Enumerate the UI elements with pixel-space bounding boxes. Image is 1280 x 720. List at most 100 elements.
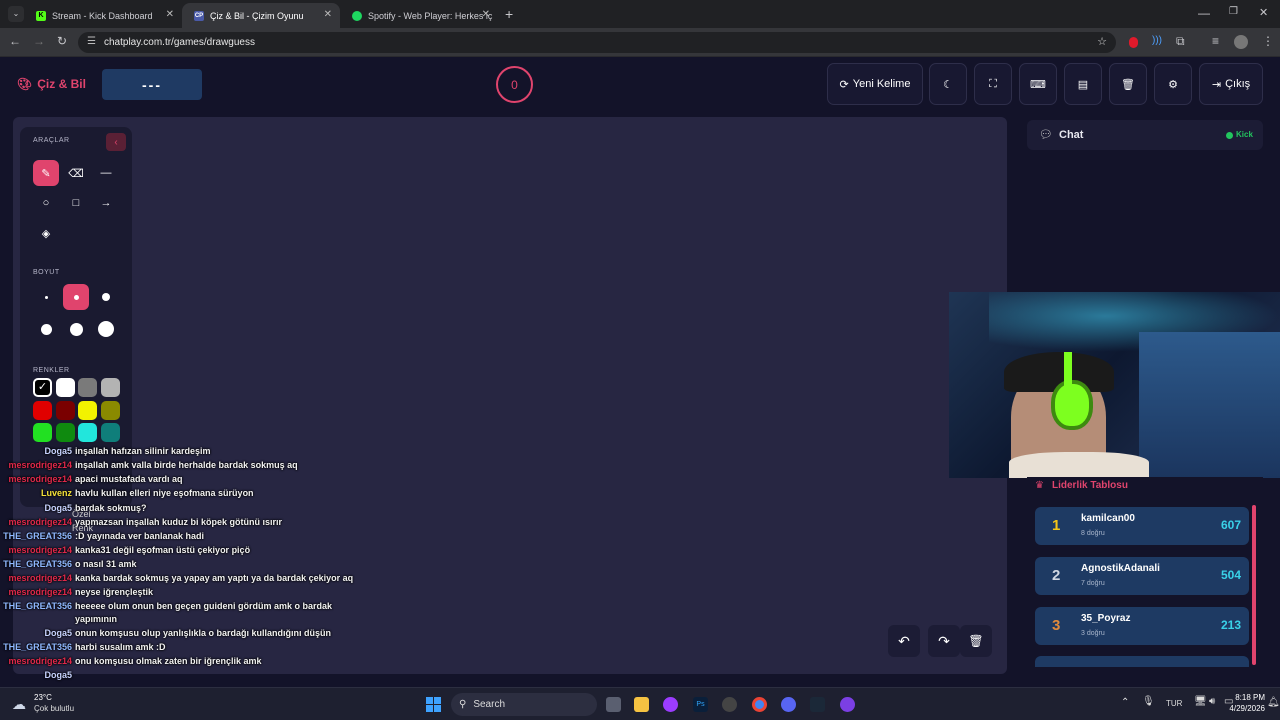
chat-username: mesrodrigez14	[8, 474, 72, 484]
settings-button[interactable]: ⚙	[1154, 63, 1192, 105]
extension-audio-icon[interactable]: )))	[1152, 35, 1162, 46]
taskbar-search[interactable]: ⚲ Search	[451, 693, 597, 716]
refresh-icon: ⟳	[839, 78, 849, 91]
color-swatch[interactable]	[55, 400, 75, 420]
microphone-icon[interactable]: 🎙︎	[1142, 696, 1155, 707]
clock-time[interactable]: 8:18 PM	[1231, 693, 1265, 702]
chat-message: mesrodrigez14 yapmazsan inşallah kuduz bi…	[0, 517, 1280, 531]
size-6[interactable]	[93, 316, 119, 342]
size-5[interactable]	[63, 316, 89, 342]
url-field[interactable]: ☰ chatplay.com.tr/games/drawguess ☆	[78, 32, 1116, 53]
logout-icon: ⇥	[1211, 78, 1222, 91]
theme-toggle-button[interactable]: ☾	[929, 63, 967, 105]
file-explorer-icon[interactable]	[634, 697, 649, 712]
close-tab-icon[interactable]: ✕	[482, 9, 490, 20]
line-tool[interactable]: —	[93, 160, 119, 186]
chrome-icon[interactable]	[752, 697, 767, 712]
archive-icon: ▤	[1077, 78, 1089, 91]
color-swatch[interactable]	[100, 423, 120, 442]
moon-icon: ☾	[943, 78, 953, 91]
tab-kick-dashboard[interactable]: K Stream - Kick Dashboard ✕	[24, 3, 182, 28]
chat-text: inşallah hafızan silinir kardeşim	[75, 446, 211, 456]
more-menu-icon[interactable]: ⋮	[1262, 34, 1274, 48]
reload-icon[interactable]: ↻	[57, 34, 67, 48]
profile-avatar[interactable]	[1234, 35, 1248, 49]
chat-username: Doga5	[44, 670, 72, 680]
color-swatch[interactable]	[78, 423, 97, 442]
chat-title: Chat	[1059, 129, 1084, 141]
photoshop-icon[interactable]: Ps	[693, 697, 708, 712]
color-swatch[interactable]: ✓	[33, 378, 52, 397]
extension-record-icon[interactable]	[1129, 37, 1138, 48]
language-indicator[interactable]: TUR	[1166, 699, 1182, 708]
circle-tool[interactable]: ○	[33, 190, 59, 216]
size-3[interactable]	[93, 284, 119, 310]
color-swatch[interactable]	[78, 400, 97, 420]
color-swatch[interactable]	[33, 400, 52, 420]
keyboard-button[interactable]: ⌨	[1019, 63, 1057, 105]
tab-spotify[interactable]: Spotify - Web Player: Herkes iç ✕	[340, 3, 498, 28]
app-logo[interactable]: 🎨︎ Çiz & Bil	[17, 77, 86, 91]
tab-search-icon[interactable]: ⌄	[8, 6, 24, 22]
network-icon[interactable]: 🖥︎	[1194, 696, 1207, 707]
color-swatch[interactable]	[78, 378, 97, 397]
tab-label: Spotify - Web Player: Herkes iç	[368, 10, 493, 21]
search-label: Search	[473, 699, 506, 710]
new-tab-icon[interactable]: +	[505, 6, 513, 22]
obs-icon[interactable]	[722, 697, 737, 712]
site-info-icon[interactable]: ☰	[87, 36, 96, 47]
size-2[interactable]	[63, 284, 89, 310]
tab-ciz-bil[interactable]: CP Çiz & Bil - Çizim Oyunu ✕	[182, 3, 340, 28]
color-swatch[interactable]	[100, 400, 120, 420]
size-4[interactable]	[33, 316, 59, 342]
start-pane	[426, 697, 433, 704]
restore-icon[interactable]: ❐	[1229, 6, 1238, 17]
collapse-panel-button[interactable]: ‹	[106, 133, 126, 151]
size-1[interactable]	[33, 284, 59, 310]
reading-list-icon[interactable]: ≡	[1212, 34, 1219, 48]
chat-message: THE_GREAT356 o nasıl 31 amk	[0, 559, 1280, 573]
minimize-icon[interactable]: —	[1198, 6, 1210, 20]
eraser-tool[interactable]: ⌫	[63, 160, 89, 186]
trash-icon: 🗑︎	[1121, 78, 1135, 91]
steam-icon[interactable]	[810, 697, 825, 712]
color-swatch[interactable]	[100, 378, 120, 397]
address-bar-row: ← → ↻ ☰ chatplay.com.tr/games/drawguess …	[0, 28, 1280, 57]
back-icon[interactable]: ←	[9, 34, 21, 48]
brush-tool[interactable]: ✎	[33, 160, 59, 186]
chat-username: THE_GREAT356	[3, 559, 72, 569]
fill-tool[interactable]: ◈	[33, 220, 59, 246]
chat-message: Doga5 inşallah hafızan silinir kardeşim	[0, 446, 1280, 460]
archive-button[interactable]: ▤	[1064, 63, 1102, 105]
app2-icon[interactable]	[840, 697, 855, 712]
exit-button[interactable]: ⇥ Çıkış	[1199, 63, 1263, 105]
color-swatch[interactable]	[55, 378, 75, 397]
notification-icon[interactable]: 🔔︎	[1267, 697, 1280, 708]
app-icon[interactable]	[663, 697, 678, 712]
color-swatch[interactable]	[55, 423, 75, 442]
forward-icon[interactable]: →	[33, 34, 45, 48]
close-tab-icon[interactable]: ✕	[166, 9, 174, 20]
volume-icon[interactable]: 🔊︎	[1209, 696, 1215, 707]
spotify-icon	[352, 10, 362, 21]
close-tab-icon[interactable]: ✕	[324, 9, 332, 20]
rectangle-tool[interactable]: □	[63, 190, 89, 216]
close-window-icon[interactable]: ✕	[1259, 6, 1268, 19]
clock-date[interactable]: 4/29/2026	[1225, 704, 1265, 713]
fullscreen-button[interactable]: ⛶	[974, 63, 1012, 105]
logo-text: Çiz & Bil	[37, 77, 86, 91]
new-word-button[interactable]: ⟳ Yeni Kelime	[827, 63, 923, 105]
bookmark-star-icon[interactable]: ☆	[1097, 35, 1107, 48]
chevron-up-icon[interactable]: ⌃	[1121, 697, 1129, 708]
task-view-icon[interactable]	[606, 697, 621, 712]
chat-username: Luvenz	[40, 488, 72, 498]
delete-button[interactable]: 🗑︎	[1109, 63, 1147, 105]
extensions-puzzle-icon[interactable]: ⧉	[1176, 34, 1185, 49]
chat-header: 💬︎ Chat Kick	[1027, 120, 1263, 150]
color-swatch[interactable]	[33, 423, 52, 442]
chat-text: havlu kullan elleri niye eşofmana sürüyo…	[75, 488, 254, 498]
arrow-tool[interactable]: →	[93, 190, 119, 216]
discord-icon[interactable]	[781, 697, 796, 712]
chat-message: mesrodrigez14 kanka31 değil eşofman üstü …	[0, 545, 1280, 559]
windows-start-icon[interactable]	[426, 697, 441, 712]
